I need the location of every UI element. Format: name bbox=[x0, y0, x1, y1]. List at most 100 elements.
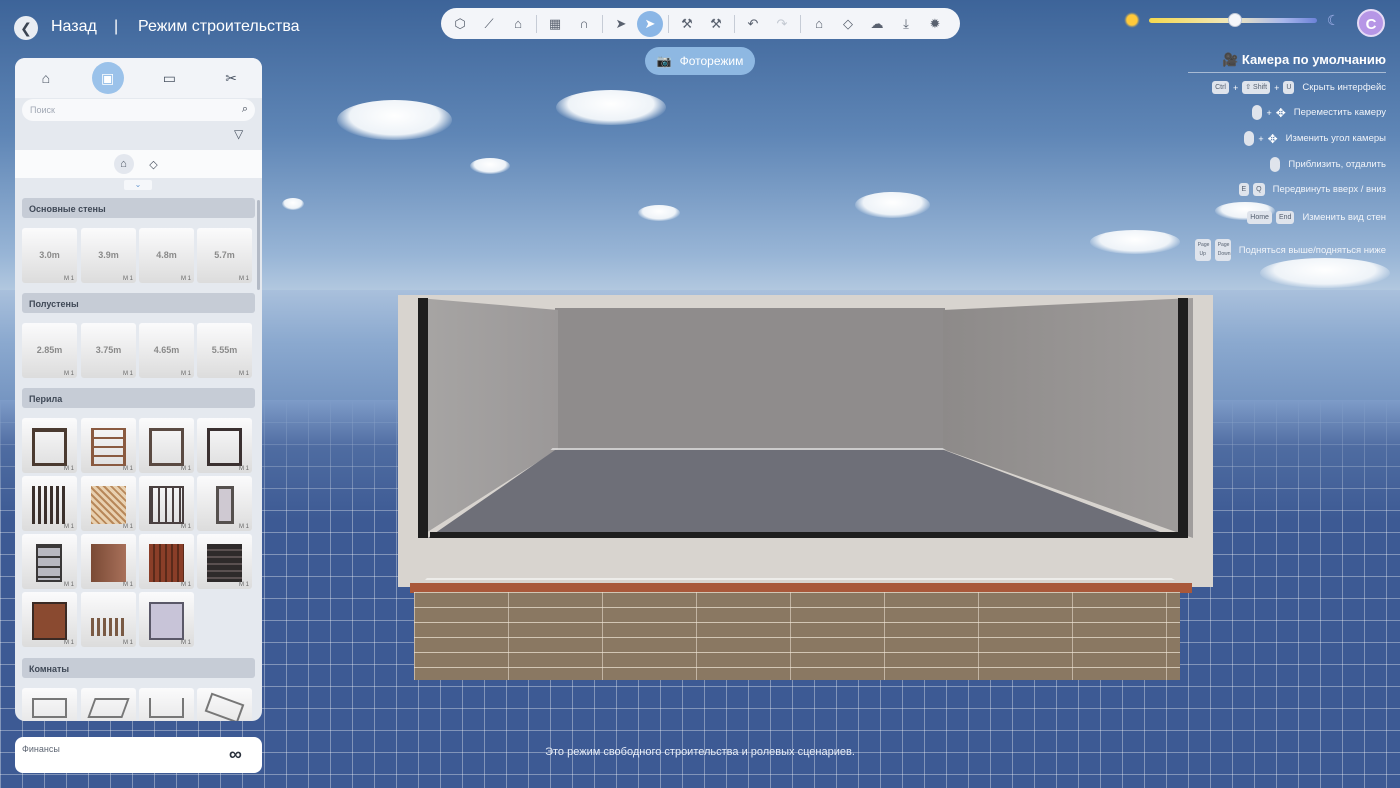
home-subtab-icon[interactable]: ⌂ bbox=[113, 154, 134, 174]
tools-icon[interactable]: ✂ bbox=[215, 62, 247, 94]
wall-item[interactable]: 4.8m M 1 bbox=[139, 228, 194, 283]
search-input[interactable]: Поиск ⌕ bbox=[22, 99, 255, 121]
half-wall-item[interactable]: 4.65m M 1 bbox=[139, 323, 194, 378]
railing-item[interactable]: M 1 bbox=[139, 592, 194, 647]
build-toolbar: ⬡ ⟋ ⌂ ▦ ∩ ➤ ➤ ⚒ ⚒ ↶ ↷ ⌂ ◇ ☁ ⤓ ✹ bbox=[441, 8, 960, 39]
cloud bbox=[556, 90, 666, 125]
mode-caption: Это режим свободного строительства и рол… bbox=[545, 746, 855, 758]
back-button[interactable]: ❮ bbox=[14, 16, 38, 40]
key-home: Home bbox=[1247, 211, 1272, 224]
cloud bbox=[337, 100, 452, 140]
house-cloud-icon[interactable]: ☁ bbox=[864, 11, 890, 37]
magnet-icon[interactable]: ∩ bbox=[571, 11, 597, 37]
key-page-down: Page Down bbox=[1214, 239, 1231, 261]
catalog-list[interactable]: Основные стены 3.0m M 1 3.9m M 1 4.8m M 1 5… bbox=[15, 194, 262, 721]
infinity-icon: ∞ bbox=[229, 744, 242, 764]
railing-item[interactable]: M 1 bbox=[139, 418, 194, 473]
mode-title: Режим строительства bbox=[138, 18, 300, 35]
half-wall-item[interactable]: 3.75m M 1 bbox=[81, 323, 136, 378]
house-icon[interactable]: ⌂ bbox=[30, 62, 62, 94]
moon-icon: ☾ bbox=[1327, 12, 1340, 28]
house-layers-icon[interactable]: ◇ bbox=[835, 11, 861, 37]
toolbar-divider bbox=[668, 14, 669, 33]
wall-edge bbox=[418, 298, 428, 538]
layers-subtab-icon[interactable]: ◇ bbox=[144, 154, 164, 174]
railing-item[interactable]: M 1 bbox=[81, 476, 136, 531]
bug-icon[interactable]: ✹ bbox=[922, 11, 948, 37]
room-item[interactable] bbox=[22, 688, 77, 721]
undo-icon[interactable]: ↶ bbox=[740, 11, 766, 37]
hint-move-camera: + ✥ Переместить камеру bbox=[1100, 105, 1386, 120]
room-foundation[interactable] bbox=[414, 592, 1180, 680]
railing-item[interactable]: M 1 bbox=[22, 418, 77, 473]
key-end: End bbox=[1275, 211, 1295, 224]
avatar[interactable]: C bbox=[1357, 9, 1385, 37]
railing-item[interactable]: M 1 bbox=[22, 592, 77, 647]
railing-item[interactable]: M 1 bbox=[81, 592, 136, 647]
toolbar-divider bbox=[602, 14, 603, 33]
filter-icon[interactable]: ▽ bbox=[234, 127, 243, 141]
railing-item[interactable]: M 1 bbox=[22, 534, 77, 589]
redo-icon[interactable]: ↷ bbox=[769, 11, 795, 37]
railing-item[interactable]: M 1 bbox=[139, 534, 194, 589]
cube-icon[interactable]: ⬡ bbox=[447, 11, 473, 37]
section-railings[interactable]: Перила bbox=[22, 388, 255, 408]
walls-icon[interactable]: ▣ bbox=[91, 62, 124, 94]
measure-icon[interactable]: ⟋ bbox=[476, 11, 502, 37]
cursor-icon[interactable]: ➤ bbox=[608, 11, 634, 37]
railing-item[interactable]: M 1 bbox=[197, 534, 252, 589]
hammer-icon[interactable]: ⚒ bbox=[674, 11, 700, 37]
section-main-walls[interactable]: Основные стены bbox=[22, 198, 255, 218]
wall-item[interactable]: 3.9m M 1 bbox=[81, 228, 136, 283]
search-placeholder: Поиск bbox=[30, 105, 55, 115]
camera-divider bbox=[1188, 72, 1386, 73]
key-ctrl: Ctrl bbox=[1212, 81, 1229, 94]
railing-item[interactable]: M 1 bbox=[81, 418, 136, 473]
railing-item[interactable]: M 1 bbox=[197, 476, 252, 531]
move-cross-icon: ✥ bbox=[1267, 131, 1278, 146]
hint-text: Передвинуть вверх / вниз bbox=[1272, 184, 1386, 195]
time-of-day-slider-knob[interactable] bbox=[1227, 13, 1242, 27]
download-icon[interactable]: ⤓ bbox=[893, 11, 919, 37]
camera-title[interactable]: 🎥 Камера по умолчанию bbox=[1188, 52, 1386, 68]
hint-text: Приблизить, отдалить bbox=[1288, 159, 1386, 170]
photo-mode-button[interactable]: 📷 Фоторежим bbox=[645, 47, 755, 75]
toolbar-divider bbox=[800, 14, 801, 33]
back-label[interactable]: Назад bbox=[51, 18, 97, 36]
finance-label: Финансы bbox=[22, 744, 60, 754]
section-rooms[interactable]: Комнаты bbox=[22, 658, 255, 678]
move-cross-icon: ✥ bbox=[1275, 105, 1286, 120]
house-up-icon[interactable]: ⌂ bbox=[806, 11, 832, 37]
railing-item[interactable]: M 1 bbox=[139, 476, 194, 531]
hint-rotate-camera: + ✥ Изменить угол камеры bbox=[1100, 131, 1386, 146]
grid-icon[interactable]: ▦ bbox=[542, 11, 568, 37]
room-item[interactable] bbox=[81, 688, 136, 721]
railing-item[interactable]: M 1 bbox=[81, 534, 136, 589]
sofa-icon[interactable]: ▭ bbox=[153, 62, 185, 94]
key-page-up: Page Up bbox=[1194, 239, 1211, 261]
room-back-wall[interactable] bbox=[555, 308, 945, 450]
railing-item[interactable]: M 1 bbox=[197, 418, 252, 473]
camera-place-icon[interactable]: ⌂ bbox=[505, 11, 531, 37]
chevron-down-icon[interactable]: ⌄ bbox=[124, 180, 152, 190]
railing-item[interactable]: M 1 bbox=[22, 476, 77, 531]
cloud bbox=[1260, 258, 1390, 288]
finance-panel[interactable]: Финансы ∞ bbox=[15, 737, 262, 773]
hint-text: Переместить камеру bbox=[1293, 107, 1386, 118]
half-wall-item[interactable]: 5.55m M 1 bbox=[197, 323, 252, 378]
key-q: Q bbox=[1253, 183, 1265, 196]
select-cursor-icon[interactable]: ➤ bbox=[637, 10, 663, 37]
build-hammer-icon[interactable]: ⚒ bbox=[703, 11, 729, 37]
key-e: E bbox=[1238, 183, 1250, 196]
search-icon[interactable]: ⌕ bbox=[242, 103, 248, 116]
section-half-walls[interactable]: Полустены bbox=[22, 293, 255, 313]
room-item[interactable] bbox=[139, 688, 194, 721]
hint-text: Изменить вид стен bbox=[1302, 212, 1386, 223]
wall-item[interactable]: 3.0m M 1 bbox=[22, 228, 77, 283]
wall-edge bbox=[1178, 298, 1188, 538]
room-item[interactable] bbox=[197, 688, 252, 721]
hint-text: Изменить угол камеры bbox=[1285, 133, 1386, 144]
wall-item[interactable]: 5.7m M 1 bbox=[197, 228, 252, 283]
half-wall-item[interactable]: 2.85m M 1 bbox=[22, 323, 77, 378]
catalog-scrollbar[interactable] bbox=[257, 200, 260, 290]
